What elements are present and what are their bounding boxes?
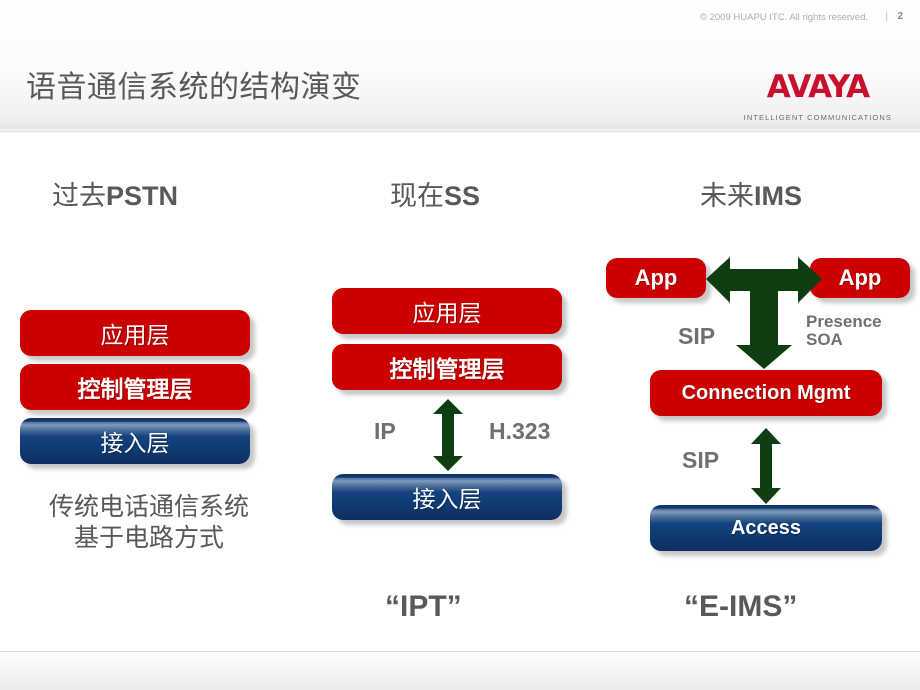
pstn-box-access-layer-label: 接入层 [100,430,170,456]
ims-double-arrow-icon [751,428,781,504]
ss-box-access-layer: 接入层 [332,474,562,520]
avaya-logo: AVAYA INTELLIGENT COMMUNICATIONS [743,69,892,123]
pstn-box-application-layer-label: 应用层 [100,322,170,348]
pstn-caption: 传统电话通信系统 基于电路方式 [24,492,274,553]
ims-box-access-label: Access [730,516,802,539]
column-heading-present-latin: SS [444,181,481,211]
avaya-logo-mark: AVAYA [766,69,870,105]
column-heading-future-latin: IMS [754,181,803,211]
pstn-caption-line2: 基于电路方式 [73,523,224,552]
ims-arrow-label-sip-top: SIP [678,323,716,349]
ss-caption-ipt: “IPT” [385,590,462,623]
ims-box-app-left-label: App [634,265,678,290]
ss-double-arrow-icon [433,399,463,471]
ss-box-application-layer: 应用层 [332,288,562,334]
ims-box-access: Access [650,505,882,551]
avaya-logo-tagline: INTELLIGENT COMMUNICATIONS [743,113,892,122]
ims-box-app-left: App [606,258,706,298]
column-heading-present-cn: 现在 [390,181,444,211]
footer-page-number: 2 [897,11,903,22]
pstn-box-control-layer-label: 控制管理层 [77,376,193,402]
ims-arrow-label-presence: Presence SOA [806,312,882,350]
ims-caption-eims: “E-IMS” [684,590,798,623]
footer-separator: | [885,11,888,22]
ss-arrow-label-ip: IP [374,418,396,444]
ims-box-app-right: App [810,258,910,298]
ss-box-access-layer-label: 接入层 [412,486,482,512]
ims-box-connection-mgmt: Connection Mgmt [650,370,882,416]
footer-copyright: © 2009 HUAPU ITC. All rights reserved. [699,12,868,23]
column-heading-future: 未来IMS [700,174,802,213]
ss-box-control-layer-label: 控制管理层 [389,356,505,382]
page-title: 语音通信系统的结构演变 [26,71,362,104]
column-heading-past-cn: 过去 [52,181,106,211]
ims-arrow-label-presence-line2: SOA [806,330,843,350]
column-heading-past: 过去PSTN [52,174,178,213]
header-divider [0,131,920,133]
ims-t-arrow-icon [706,257,822,369]
column-heading-past-latin: PSTN [106,181,179,211]
slide-canvas: 语音通信系统的结构演变 AVAYA INTELLIGENT COMMUNICAT… [0,0,920,690]
ims-box-connection-mgmt-label: Connection Mgmt [681,381,851,404]
ims-arrow-label-presence-line1: Presence [806,312,882,331]
ss-arrow-label-h323: H.323 [489,418,551,444]
column-heading-future-cn: 未来 [700,181,754,211]
ss-box-application-layer-label: 应用层 [412,300,482,326]
pstn-caption-line1: 传统电话通信系统 [48,493,249,521]
pstn-box-application-layer: 应用层 [20,310,250,356]
pstn-box-control-layer: 控制管理层 [20,364,250,410]
column-heading-present: 现在SS [390,174,480,213]
ss-box-control-layer: 控制管理层 [332,344,562,390]
ims-box-app-right-label: App [838,265,882,290]
pstn-box-access-layer: 接入层 [20,418,250,464]
slide-footer [0,651,920,690]
ims-arrow-label-sip-bottom: SIP [682,447,720,473]
